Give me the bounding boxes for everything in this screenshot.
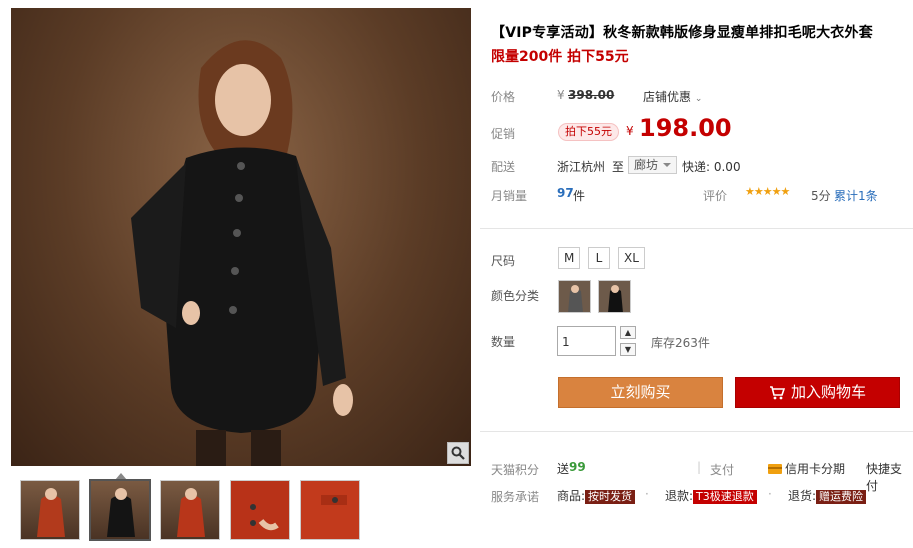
promo-label: 促销 [491, 127, 516, 141]
color-option-gray[interactable] [558, 280, 591, 313]
size-option-xl[interactable]: XL [618, 247, 645, 269]
rating-stars: ★★★★★ [745, 185, 790, 198]
quantity-label: 数量 [491, 335, 516, 349]
model-photo [131, 40, 353, 466]
monthly-sales-label: 月销量 [491, 189, 528, 203]
destination-city: 廊坊 [634, 158, 659, 172]
original-price: 398.00 [568, 88, 615, 102]
size-option-m[interactable]: M [558, 247, 581, 269]
service-return-tag[interactable]: 赠运费险 [816, 490, 867, 504]
service-label: 服务承诺 [491, 490, 540, 504]
separator: | [697, 460, 702, 474]
chevron-down-icon: ⌄ [694, 94, 703, 104]
service-goods: 商品: 按时发货 [557, 487, 636, 504]
express-fee: 快递: 0.00 [682, 160, 741, 174]
product-title: 【VIP专享活动】秋冬新款韩版修身显瘦单排扣毛呢大衣外套 [491, 25, 873, 41]
dot-separator: · [645, 487, 649, 501]
color-option-black[interactable] [598, 280, 631, 313]
thumbnail-strip [11, 472, 471, 548]
service-goods-label: 商品: [557, 489, 586, 503]
destination-city-select[interactable]: 廊坊 [628, 156, 678, 174]
review-count-link[interactable]: 累计1条 [834, 187, 878, 204]
add-to-cart-label: 加入购物车 [790, 383, 866, 401]
divider [480, 228, 913, 229]
quantity-decrease-button[interactable]: ▼ [620, 343, 636, 356]
service-refund-tag[interactable]: T3极速退款 [693, 490, 757, 504]
credit-card-icon [768, 464, 782, 474]
zoom-button[interactable] [447, 442, 469, 464]
magnifier-icon [451, 446, 465, 460]
quick-pay[interactable]: 快捷支付 [866, 460, 913, 494]
monthly-sales-count: 97 [557, 186, 574, 200]
credit-installment-label: 信用卡分期 [785, 462, 846, 476]
promo-currency: ¥ [626, 124, 634, 138]
points-value: 99 [569, 460, 586, 474]
rating-label: 评价 [703, 189, 728, 203]
thumbnail-3[interactable] [160, 480, 220, 540]
service-goods-tag[interactable]: 按时发货 [585, 490, 636, 504]
payment-label: 支付 [710, 463, 735, 477]
thumbnail-5[interactable] [300, 480, 360, 540]
service-return: 退货: 赠运费险 [788, 487, 867, 504]
thumbnail-1[interactable] [20, 480, 80, 540]
divider [480, 431, 913, 432]
store-discount-label: 店铺优惠 [643, 90, 692, 104]
thumbnail-2[interactable] [89, 479, 151, 541]
ship-to-word: 至 [612, 160, 625, 174]
quantity-increase-button[interactable]: ▲ [620, 326, 636, 339]
color-label: 颜色分类 [491, 289, 540, 303]
product-subtitle: 限量200件 拍下55元 [491, 49, 629, 65]
price-currency: ¥ [557, 88, 565, 102]
main-product-image[interactable] [11, 8, 471, 466]
service-return-label: 退货: [788, 489, 817, 503]
buy-now-button[interactable]: 立刻购买 [558, 377, 723, 408]
credit-installment[interactable]: 信用卡分期 [768, 460, 845, 477]
points-send: 送 [557, 462, 570, 476]
dot-separator: · [768, 487, 772, 501]
add-to-cart-button[interactable]: 加入购物车 [735, 377, 900, 408]
ship-from: 浙江杭州 [557, 160, 606, 174]
size-option-l[interactable]: L [588, 247, 610, 269]
chevron-down-icon: ▼ [624, 345, 632, 354]
thumbnail-4[interactable] [230, 480, 290, 540]
chevron-up-icon: ▲ [624, 328, 632, 337]
promo-tag: 拍下55元 [558, 123, 619, 141]
monthly-sales-unit: 件 [573, 189, 586, 203]
service-refund-label: 退款: [665, 489, 694, 503]
promo-price: 198.00 [639, 114, 732, 142]
cart-icon [769, 385, 785, 399]
rating-score: 5分 [811, 189, 831, 203]
points-label: 天猫积分 [491, 463, 540, 477]
size-label: 尺码 [491, 254, 516, 268]
store-discount-dropdown[interactable]: 店铺优惠 ⌄ [643, 88, 702, 105]
price-label: 价格 [491, 90, 516, 104]
service-refund: 退款: T3极速退款 [665, 487, 757, 504]
shipping-label: 配送 [491, 160, 516, 174]
quantity-input[interactable]: 1 [557, 326, 616, 356]
stock-count: 库存263件 [651, 336, 710, 350]
